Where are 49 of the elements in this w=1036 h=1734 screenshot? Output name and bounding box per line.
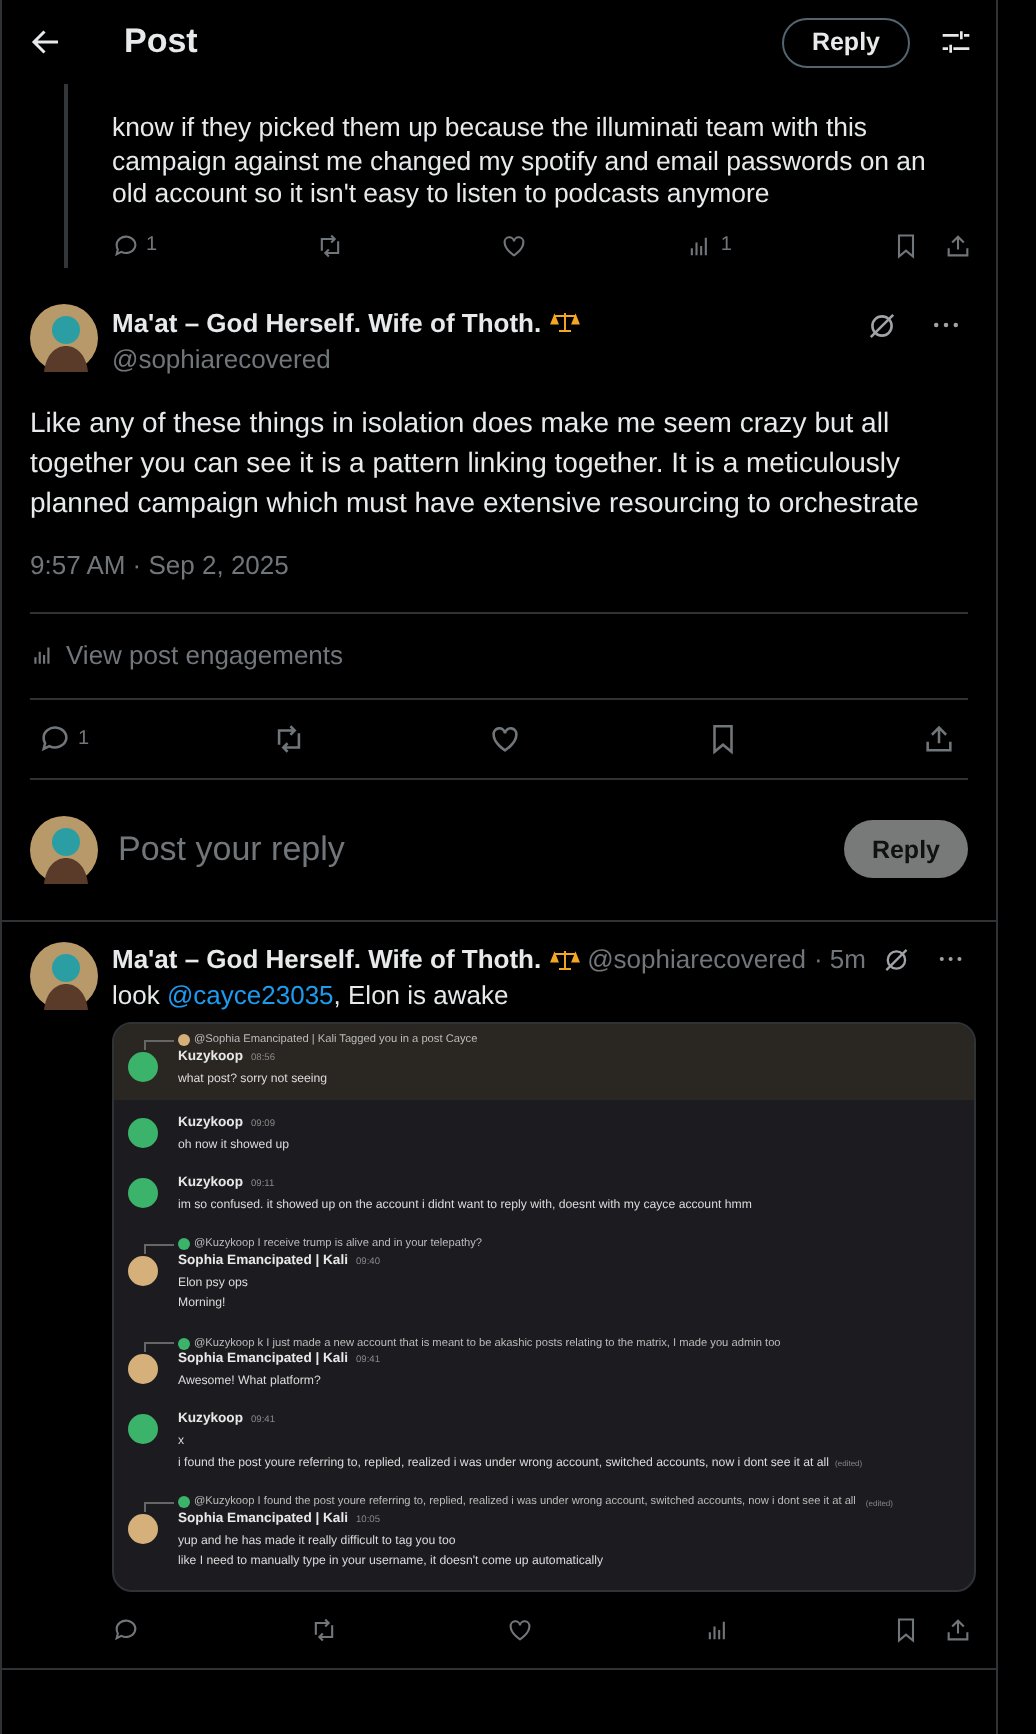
scales-icon bbox=[549, 947, 580, 971]
filter-icon[interactable] bbox=[940, 26, 972, 58]
share-icon[interactable] bbox=[944, 1616, 972, 1644]
avatar bbox=[128, 1255, 158, 1285]
avatar bbox=[128, 1117, 158, 1147]
heart-icon[interactable] bbox=[500, 231, 529, 259]
repost-icon[interactable] bbox=[309, 1616, 338, 1644]
share-icon[interactable] bbox=[944, 231, 972, 259]
heart-icon[interactable] bbox=[506, 1616, 535, 1644]
avatar bbox=[128, 1414, 158, 1444]
reply-field[interactable]: Post your reply bbox=[114, 827, 828, 871]
avatar bbox=[128, 1513, 158, 1543]
avatar[interactable] bbox=[30, 303, 98, 371]
bookmark-icon[interactable] bbox=[892, 1616, 920, 1644]
count: 1 bbox=[720, 234, 732, 256]
post-text: Like any of these things in isolation does make me seem crazy but all together you can see it is a pattern linking together. It is a meticulously planned campaign which must have extensive resourcing to orchestrate bbox=[30, 403, 921, 521]
post-age: · 5m bbox=[813, 944, 866, 974]
engagements-link[interactable]: View post engagements bbox=[30, 613, 968, 697]
page-title: Post bbox=[124, 22, 200, 62]
avatar bbox=[30, 815, 98, 883]
scales-icon bbox=[549, 310, 580, 334]
avatar[interactable] bbox=[30, 941, 98, 1009]
bookmark-icon[interactable] bbox=[892, 231, 920, 259]
slashed-circle-icon[interactable] bbox=[881, 943, 911, 975]
reply-icon[interactable] bbox=[112, 1616, 140, 1644]
mention-link[interactable]: @cayce23035 bbox=[166, 979, 334, 1009]
more-icon[interactable] bbox=[932, 319, 960, 329]
reply-button[interactable]: Reply bbox=[843, 820, 968, 878]
count: 1 bbox=[78, 727, 90, 749]
display-name[interactable]: Ma'at – God Herself. Wife of Thoth. bbox=[112, 307, 542, 337]
timestamp: 9:57 AM · Sep 2, 2025 bbox=[30, 549, 291, 579]
avatar bbox=[128, 1177, 158, 1207]
username[interactable]: @sophiarecovered bbox=[112, 343, 852, 373]
reply-icon[interactable] bbox=[38, 721, 72, 755]
more-icon[interactable] bbox=[938, 954, 964, 964]
count: 1 bbox=[146, 234, 158, 256]
avatar bbox=[128, 1354, 158, 1384]
avatar bbox=[128, 1051, 158, 1081]
username[interactable]: @sophiarecovered bbox=[587, 944, 806, 974]
repost-icon[interactable] bbox=[315, 231, 344, 259]
bar-chart-icon bbox=[30, 642, 56, 668]
post-text: look @cayce23035, Elon is awake bbox=[112, 977, 511, 1013]
share-icon[interactable] bbox=[922, 721, 956, 755]
reply-button[interactable]: Reply bbox=[781, 17, 910, 67]
display-name[interactable]: Ma'at – God Herself. Wife of Thoth. bbox=[112, 944, 542, 974]
reply-icon[interactable] bbox=[112, 231, 140, 259]
post-text: know if they picked them up because the illuminati team with this campaign against me changed my spotify and email passwords on an old account so it isn't easy to listen to podcasts anymore bbox=[112, 112, 928, 211]
slashed-circle-icon[interactable] bbox=[866, 309, 898, 341]
heart-icon[interactable] bbox=[488, 721, 523, 755]
